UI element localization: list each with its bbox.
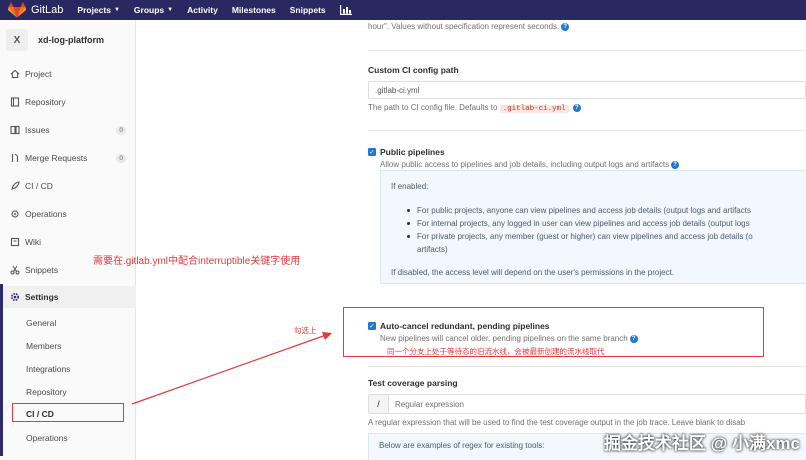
watermark: 掘金技术社区 @ 小满xmc [603,434,800,453]
annotation-arrow [131,332,332,405]
